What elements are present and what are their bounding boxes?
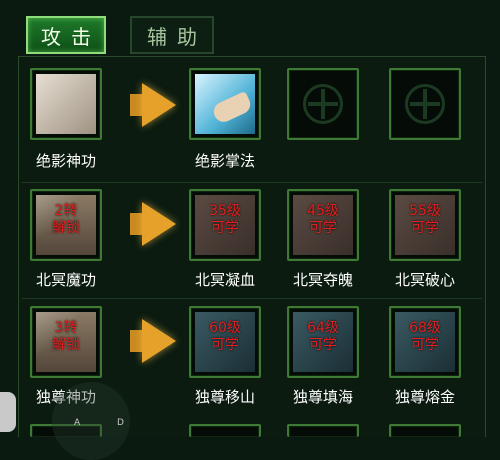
level-requirement: 55级: [409, 203, 441, 219]
book-icon: [36, 74, 96, 134]
skill-book-slot[interactable]: [30, 68, 102, 140]
skill-slot[interactable]: [189, 424, 261, 437]
skill-book-slot[interactable]: 3转 解锁: [30, 306, 102, 378]
level-requirement: 60级: [209, 320, 241, 336]
learnable-status: 可学: [309, 220, 337, 236]
skill-label: 独尊移山: [194, 388, 255, 406]
skill-slot[interactable]: 55级 可学: [389, 189, 461, 261]
learnable-status: 可学: [411, 337, 439, 353]
unlock-status: 解锁: [52, 220, 80, 236]
skill-book-label: 绝影神功: [35, 152, 96, 170]
skill-label: 北冥破心: [394, 271, 455, 289]
tab-assist[interactable]: 辅助: [130, 16, 214, 54]
skill-label: 绝影掌法: [194, 152, 255, 170]
learnable-status: 可学: [211, 220, 239, 236]
key-hint-d: D: [117, 418, 124, 428]
skill-slot[interactable]: 60级 可学: [189, 306, 261, 378]
learnable-status: 可学: [211, 337, 239, 353]
level-requirement: 68级: [409, 320, 441, 336]
skill-slot[interactable]: [189, 68, 261, 140]
unlock-requirement: 2转: [54, 203, 78, 219]
skill-label: 独尊熔金: [394, 388, 455, 406]
skill-slot[interactable]: [389, 424, 461, 437]
level-requirement: 45级: [307, 203, 339, 219]
learnable-status: 可学: [309, 337, 337, 353]
lattice-emblem-icon: [405, 84, 445, 124]
palm-strike-icon: [195, 74, 255, 134]
skill-slot[interactable]: 68级 可学: [389, 306, 461, 378]
level-requirement: 64级: [307, 320, 339, 336]
skill-label: 北冥夺魄: [292, 271, 353, 289]
skill-book-label: 北冥魔功: [35, 271, 96, 289]
side-handle[interactable]: [0, 392, 16, 432]
key-hint-a: A: [74, 418, 81, 428]
lattice-emblem-icon: [303, 84, 343, 124]
learnable-status: 可学: [411, 220, 439, 236]
arrow-right-icon: [142, 202, 176, 246]
arrow-right-icon: [142, 319, 176, 363]
skill-slot[interactable]: 45级 可学: [287, 189, 359, 261]
arrow-right-icon: [142, 83, 176, 127]
skill-slot[interactable]: [287, 424, 359, 437]
row-divider: [22, 298, 482, 299]
unlock-status: 解锁: [52, 337, 80, 353]
skill-slot[interactable]: 35级 可学: [189, 189, 261, 261]
skill-book-slot[interactable]: 2转 解锁: [30, 189, 102, 261]
row-divider: [22, 182, 482, 183]
unlock-requirement: 3转: [54, 320, 78, 336]
empty-skill-slot[interactable]: [287, 68, 359, 140]
tab-attack[interactable]: 攻击: [26, 16, 106, 54]
empty-skill-slot[interactable]: [389, 68, 461, 140]
skill-slot[interactable]: 64级 可学: [287, 306, 359, 378]
skill-label: 独尊填海: [292, 388, 353, 406]
level-requirement: 35级: [209, 203, 241, 219]
skill-label: 北冥凝血: [194, 271, 255, 289]
